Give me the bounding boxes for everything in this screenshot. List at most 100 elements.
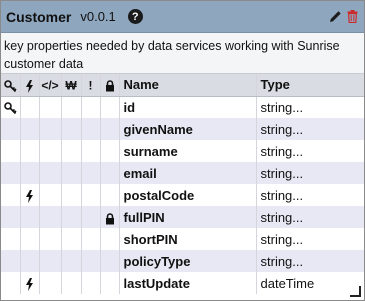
key-column-header[interactable] (1, 74, 21, 97)
table-row[interactable]: policyType string... (1, 250, 364, 272)
property-name[interactable]: email (119, 162, 257, 184)
table-row[interactable]: shortPIN string... (1, 228, 364, 250)
property-type[interactable]: string... (256, 140, 364, 162)
locked-cell[interactable] (100, 228, 120, 250)
event-cell[interactable] (20, 206, 40, 228)
locked-cell[interactable] (100, 140, 120, 162)
pencil-icon[interactable] (329, 10, 342, 23)
currency-cell[interactable] (61, 118, 82, 140)
code-cell[interactable] (39, 96, 62, 118)
code-cell[interactable] (39, 118, 62, 140)
key-icon (3, 100, 17, 115)
property-name[interactable]: id (119, 96, 257, 118)
property-type[interactable]: string... (256, 250, 364, 272)
key-cell[interactable] (1, 206, 21, 228)
property-name[interactable]: lastUpdate (119, 272, 257, 294)
required-cell[interactable] (81, 140, 101, 162)
property-name[interactable]: surname (119, 140, 257, 162)
code-cell[interactable] (39, 250, 62, 272)
property-type[interactable]: dateTime (256, 272, 364, 294)
type-column-header[interactable]: Type (256, 74, 364, 97)
table-row[interactable]: lastUpdate dateTime (1, 272, 364, 294)
entity-version: v0.0.1 (80, 9, 116, 24)
event-cell[interactable] (20, 96, 40, 118)
key-cell[interactable] (1, 272, 21, 294)
code-cell[interactable] (39, 228, 62, 250)
property-type[interactable]: string... (256, 162, 364, 184)
locked-cell[interactable] (100, 162, 120, 184)
required-cell[interactable] (81, 118, 101, 140)
locked-cell[interactable] (100, 272, 120, 294)
property-name[interactable]: givenName (119, 118, 257, 140)
property-type[interactable]: string... (256, 228, 364, 250)
table-row[interactable]: fullPIN string... (1, 206, 364, 228)
required-cell[interactable] (81, 96, 101, 118)
key-cell[interactable] (1, 228, 21, 250)
locked-cell[interactable] (100, 118, 120, 140)
locked-cell[interactable] (100, 206, 120, 228)
table-header-row: </> ₩ ! Name Type (1, 74, 364, 97)
key-cell[interactable] (1, 162, 21, 184)
table-row[interactable]: email string... (1, 162, 364, 184)
table-row[interactable]: id string... (1, 96, 364, 118)
locked-cell[interactable] (100, 250, 120, 272)
required-cell[interactable] (81, 206, 101, 228)
required-cell[interactable] (81, 228, 101, 250)
key-cell[interactable] (1, 250, 21, 272)
entity-title[interactable]: Customer (6, 9, 71, 25)
currency-cell[interactable] (61, 96, 82, 118)
property-name[interactable]: policyType (119, 250, 257, 272)
code-cell[interactable] (39, 272, 62, 294)
lock-icon (105, 210, 115, 225)
property-name[interactable]: fullPIN (119, 206, 257, 228)
required-cell[interactable] (81, 272, 101, 294)
required-cell[interactable] (81, 184, 101, 206)
help-icon[interactable]: ? (127, 9, 143, 24)
event-cell[interactable] (20, 250, 40, 272)
currency-cell[interactable] (61, 184, 82, 206)
locked-cell[interactable] (100, 96, 120, 118)
locked-cell[interactable] (100, 184, 120, 206)
resize-handle[interactable] (350, 286, 361, 297)
table-row[interactable]: givenName string... (1, 118, 364, 140)
trash-icon[interactable] (347, 10, 358, 23)
key-cell[interactable] (1, 96, 21, 118)
event-cell[interactable] (20, 162, 40, 184)
property-type[interactable]: string... (256, 118, 364, 140)
event-cell[interactable] (20, 272, 40, 294)
property-name[interactable]: postalCode (119, 184, 257, 206)
key-cell[interactable] (1, 140, 21, 162)
exclamation-icon: ! (88, 78, 93, 93)
table-row[interactable]: postalCode string... (1, 184, 364, 206)
currency-column-header[interactable]: ₩ (61, 74, 82, 97)
code-cell[interactable] (39, 140, 62, 162)
key-cell[interactable] (1, 118, 21, 140)
code-cell[interactable] (39, 184, 62, 206)
panel-header: Customer v0.0.1 ? (1, 1, 364, 33)
property-type[interactable]: string... (256, 184, 364, 206)
property-type[interactable]: string... (256, 206, 364, 228)
table-row[interactable]: surname string... (1, 140, 364, 162)
locked-column-header[interactable] (100, 74, 120, 97)
name-column-header[interactable]: Name (119, 74, 257, 97)
currency-cell[interactable] (61, 162, 82, 184)
required-cell[interactable] (81, 250, 101, 272)
required-cell[interactable] (81, 162, 101, 184)
required-column-header[interactable]: ! (81, 74, 101, 97)
property-name[interactable]: shortPIN (119, 228, 257, 250)
event-cell[interactable] (20, 184, 40, 206)
currency-cell[interactable] (61, 250, 82, 272)
code-cell[interactable] (39, 162, 62, 184)
currency-cell[interactable] (61, 140, 82, 162)
code-column-header[interactable]: </> (39, 74, 62, 97)
property-type[interactable]: string... (256, 96, 364, 118)
event-cell[interactable] (20, 228, 40, 250)
event-cell[interactable] (20, 118, 40, 140)
currency-cell[interactable] (61, 228, 82, 250)
event-cell[interactable] (20, 140, 40, 162)
currency-cell[interactable] (61, 272, 82, 294)
event-column-header[interactable] (20, 74, 40, 97)
currency-cell[interactable] (61, 206, 82, 228)
key-cell[interactable] (1, 184, 21, 206)
code-cell[interactable] (39, 206, 62, 228)
